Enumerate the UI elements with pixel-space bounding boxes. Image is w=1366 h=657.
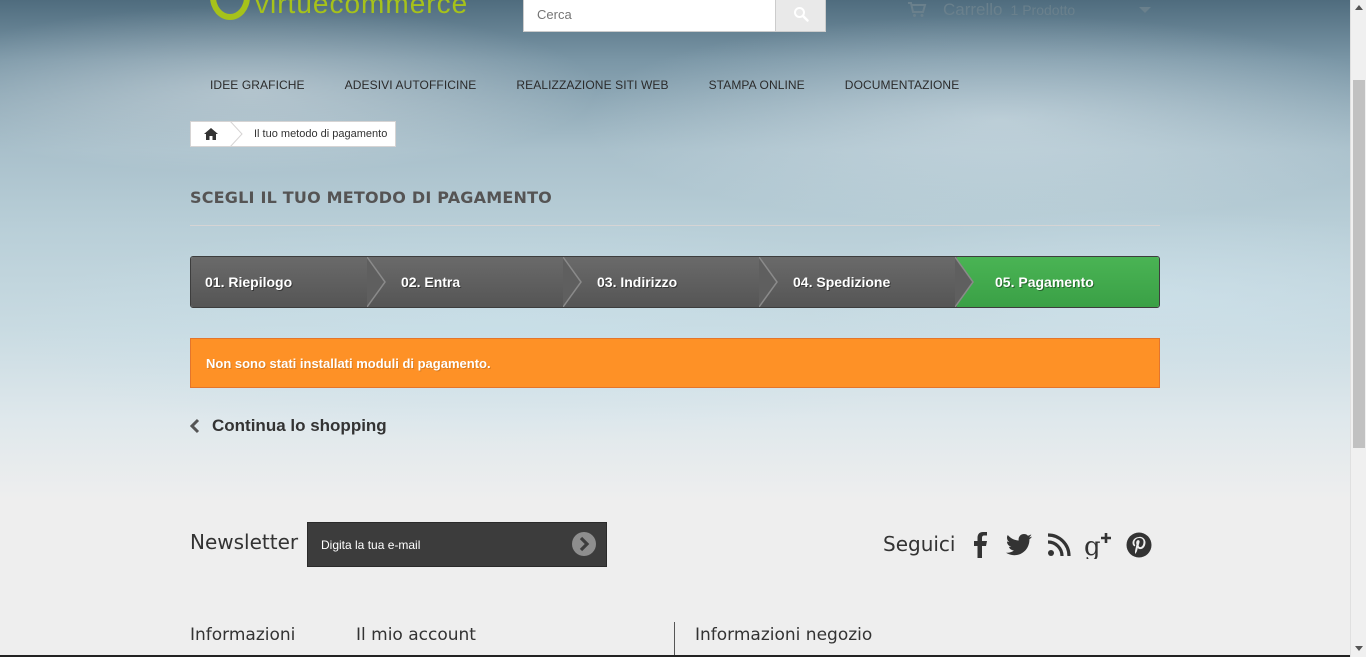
search-input[interactable] — [523, 0, 776, 32]
newsletter-submit-icon[interactable] — [571, 531, 597, 557]
logo-text[interactable]: virtuecommerce — [255, 0, 468, 20]
cart-link[interactable]: Carrello 1 Prodotto — [907, 0, 1075, 20]
search-icon — [793, 7, 809, 22]
breadcrumb: Il tuo metodo di pagamento — [190, 121, 396, 147]
menu-item-realizzazione-siti-web[interactable]: REALIZZAZIONE SITI WEB — [516, 78, 668, 92]
breadcrumb-separator — [229, 121, 243, 147]
svg-text:g: g — [1084, 532, 1101, 559]
pinterest-icon[interactable] — [1124, 530, 1154, 560]
step-label: 05. Pagamento — [995, 274, 1094, 290]
scroll-up-icon[interactable] — [1355, 5, 1363, 10]
follow-us-label: Seguici — [883, 532, 956, 556]
step-spedizione[interactable]: 04. Spedizione — [761, 257, 974, 307]
step-label: 01. Riepilogo — [205, 274, 293, 290]
logo-icon[interactable] — [210, 0, 250, 20]
chevron-left-icon — [190, 418, 200, 434]
twitter-icon[interactable] — [1004, 530, 1034, 560]
vertical-scrollbar[interactable] — [1350, 0, 1366, 657]
title-divider — [190, 225, 1160, 226]
step-arrow-icon — [367, 257, 386, 307]
step-pagamento[interactable]: 05. Pagamento — [957, 257, 1159, 307]
newsletter-email-input[interactable]: Digita la tua e-mail — [307, 522, 607, 567]
menu-item-documentazione[interactable]: DOCUMENTAZIONE — [845, 78, 960, 92]
warning-alert: Non sono stati installati moduli di paga… — [190, 338, 1160, 388]
step-label: 02. Entra — [401, 274, 461, 290]
step-indirizzo[interactable]: 03. Indirizzo — [565, 257, 778, 307]
cart-count: 1 Prodotto — [1010, 2, 1076, 18]
checkout-steps: 01. Riepilogo 02. Entra 03. Indirizzo 04… — [190, 256, 1160, 308]
footer-divider — [674, 622, 675, 657]
step-entra[interactable]: 02. Entra — [369, 257, 582, 307]
search-button[interactable] — [776, 0, 826, 32]
scrollbar-thumb[interactable] — [1353, 80, 1365, 448]
page-title: SCEGLI IL TUO METODO DI PAGAMENTO — [190, 188, 552, 207]
footer-heading-informazioni: Informazioni — [190, 625, 296, 645]
cart-label: Carrello — [943, 0, 1003, 19]
rss-icon[interactable] — [1044, 530, 1074, 560]
menu-item-stampa-online[interactable]: STAMPA ONLINE — [709, 78, 805, 92]
main-menu: IDEE GRAFICHE ADESIVI AUTOFFICINE REALIZ… — [210, 78, 999, 92]
menu-item-adesivi-autofficine[interactable]: ADESIVI AUTOFFICINE — [345, 78, 477, 92]
footer-heading-store-info: Informazioni negozio — [695, 625, 873, 645]
continue-shopping-label: Continua lo shopping — [212, 416, 387, 435]
step-arrow-icon — [563, 257, 582, 307]
newsletter-title: Newsletter — [190, 530, 299, 554]
breadcrumb-current: Il tuo metodo di pagamento — [254, 128, 388, 140]
step-label: 03. Indirizzo — [597, 274, 678, 290]
breadcrumb-home[interactable] — [191, 122, 231, 146]
step-label: 04. Spedizione — [793, 274, 891, 290]
step-arrow-icon — [759, 257, 778, 307]
cart-icon — [908, 2, 927, 17]
continue-shopping-link[interactable]: Continua lo shopping — [190, 416, 387, 436]
chevron-down-icon[interactable] — [1139, 7, 1151, 13]
page-viewport: virtuecommerce Carrello 1 Prodotto IDEE … — [0, 0, 1350, 657]
menu-item-idee-grafiche[interactable]: IDEE GRAFICHE — [210, 78, 305, 92]
google-plus-icon[interactable]: g — [1084, 530, 1114, 560]
step-riepilogo[interactable]: 01. Riepilogo — [191, 257, 386, 307]
home-icon — [204, 128, 218, 140]
footer-heading-account: Il mio account — [356, 625, 476, 645]
step-arrow-icon — [955, 257, 974, 307]
facebook-icon[interactable] — [965, 530, 995, 560]
scroll-down-icon[interactable] — [1355, 646, 1363, 651]
